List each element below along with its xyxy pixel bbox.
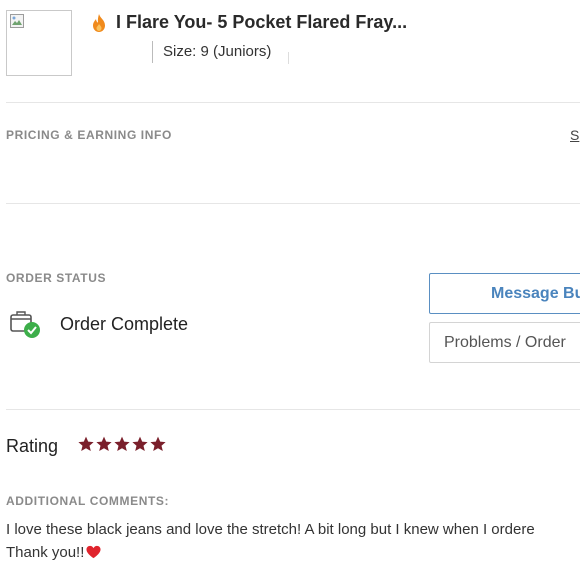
product-title-row[interactable]: I Flare You- 5 Pocket Flared Fray... [92,12,407,33]
section-divider [6,102,580,103]
additional-comments-label: ADDITIONAL COMMENTS: [6,494,170,508]
comment-line-1: I love these black jeans and love the st… [6,521,535,538]
broken-image-icon [10,14,24,28]
order-status-text: Order Complete [60,314,189,334]
heart-icon [86,545,101,559]
section-divider [6,203,580,204]
star-icon [132,436,148,451]
problems-order-button[interactable]: Problems / Order [429,322,580,363]
product-size: Size: 9 (Juniors) [152,41,271,63]
product-thumbnail[interactable] [6,10,72,76]
rating-label: Rating [6,436,59,456]
pricing-section-label: PRICING & EARNING INFO [6,128,172,142]
message-buyer-button[interactable]: Message Bu [429,273,580,314]
star-icon [114,436,130,451]
comment-line-2: Thank you!! [6,544,101,561]
pricing-link[interactable]: S [570,127,579,143]
flame-icon [93,13,105,32]
comment-line-2-text: Thank you!! [6,544,85,561]
separator-tick [288,52,289,64]
section-divider [6,409,580,410]
star-icon [96,436,112,451]
star-icon [150,436,166,451]
rating-stars [78,436,166,452]
order-status-label: ORDER STATUS [6,271,107,285]
star-icon [78,436,94,451]
product-title: I Flare You- 5 Pocket Flared Fray... [116,12,408,32]
order-complete-icon [10,311,40,338]
